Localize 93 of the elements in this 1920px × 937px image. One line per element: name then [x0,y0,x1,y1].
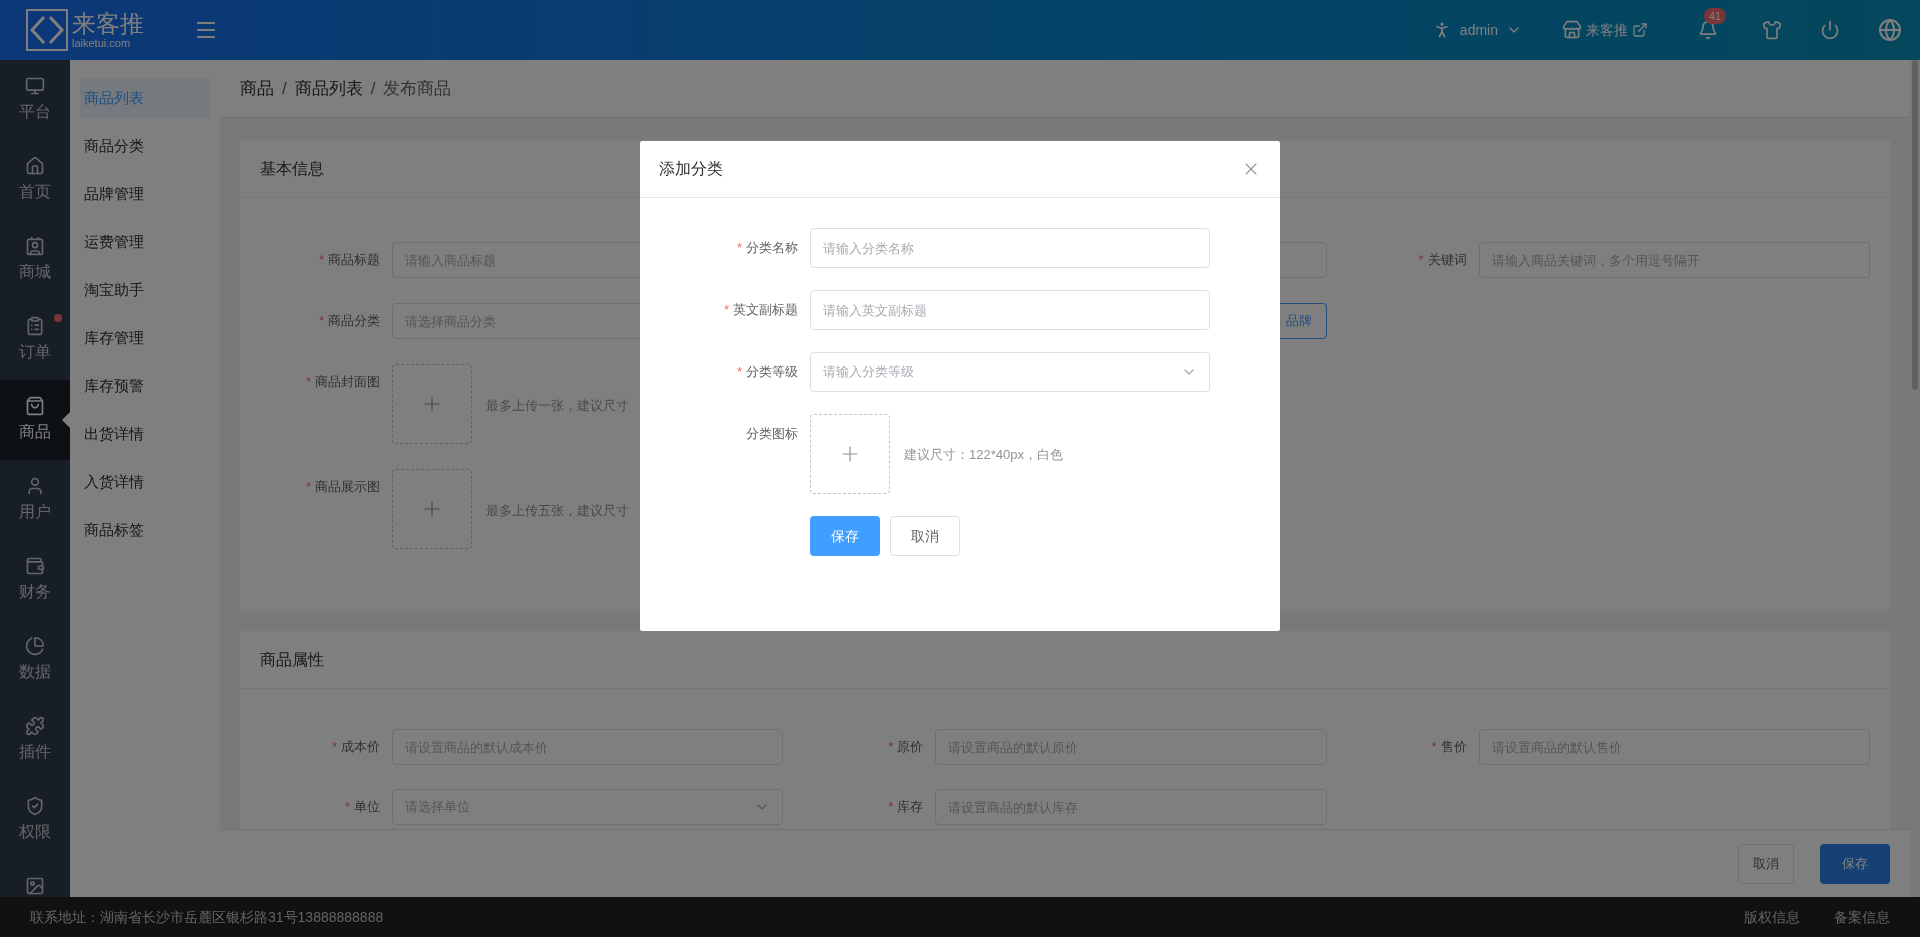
field-label: 商品封面图 [315,373,380,391]
field-label: 分类等级 [746,363,798,382]
upload-box[interactable] [392,469,472,549]
power-icon [1820,20,1840,40]
field-label: 商品标题 [328,251,380,270]
nav-item[interactable]: 数据 [0,620,70,700]
cancel-button[interactable]: 取消 [890,516,960,556]
nav-item[interactable]: 首页 [0,140,70,220]
shield-icon [25,796,45,816]
field-label: 成本价 [341,738,380,757]
field-label: 商品展示图 [315,478,380,496]
breadcrumb-link[interactable]: 商品 [240,75,274,102]
input-field[interactable]: 请输入分类名称 [810,228,1210,268]
globe-icon [1878,18,1902,42]
breadcrumb-separator: / [370,77,376,100]
external-link-icon [1632,22,1648,38]
required-asterisk: * [888,738,894,757]
submenu-item[interactable]: 商品列表 [80,78,210,118]
submenu-item[interactable]: 库存预警 [80,366,210,406]
submenu-item[interactable]: 入货详情 [80,462,210,502]
required-asterisk: * [331,738,337,757]
required-asterisk: * [888,798,894,817]
upload-box[interactable] [810,414,890,494]
upload-box[interactable] [392,364,472,444]
submenu-item[interactable]: 库存管理 [80,318,210,358]
submenu-item[interactable]: 商品标签 [80,510,210,550]
nav-item[interactable]: 商城 [0,220,70,300]
select-field[interactable]: 请输入分类等级 [810,352,1210,392]
field-label: 库存 [897,798,924,817]
theme-button[interactable] [1762,20,1782,40]
shop-link[interactable]: 来客推 [1562,19,1648,41]
breadcrumb-separator: / [282,77,287,100]
field-label: 原价 [897,738,924,757]
nav-item[interactable]: 插件 [0,700,70,780]
required-asterisk: * [318,312,324,331]
required-asterisk: * [318,251,324,270]
breadcrumb-link[interactable]: 商品列表 [294,75,363,102]
required-asterisk: * [305,373,311,391]
submenu-item[interactable]: 品牌管理 [80,174,210,214]
field-label: 售价 [1440,738,1467,757]
required-asterisk: * [736,363,742,382]
field-label: 分类图标 [746,425,798,444]
field-label: 商品分类 [328,312,380,331]
footer-link[interactable]: 备案信息 [1834,906,1890,928]
field-label: 关键词 [1427,251,1467,270]
nav-item[interactable]: 用户 [0,460,70,540]
logo-domain: laiketui.com [72,37,132,49]
bell-icon [1698,20,1718,40]
nav-item[interactable]: 权限 [0,780,70,860]
language-button[interactable] [1878,18,1902,42]
required-asterisk: * [1431,738,1437,757]
power-button[interactable] [1820,20,1840,40]
footer-link[interactable]: 版权信息 [1744,906,1800,928]
nav-item[interactable]: 平台 [0,60,70,140]
logo-text: 来客推 [72,11,144,36]
required-asterisk: * [723,301,729,320]
required-asterisk: * [1418,251,1424,270]
logo-icon [26,9,68,51]
store-icon [1562,20,1582,40]
save-button[interactable]: 保存 [1820,843,1890,884]
nav-item[interactable]: 商品 [0,380,70,460]
scrollbar-thumb[interactable] [1912,60,1918,390]
submenu-item[interactable]: 出货详情 [80,414,210,454]
breadcrumb-link[interactable]: 发布商品 [383,75,452,102]
notification-button[interactable] [1698,20,1718,40]
clipboard-icon [25,316,45,336]
notification-count: 41 [1704,8,1727,24]
pie-chart-icon [25,636,45,656]
bag-icon [25,396,45,416]
required-asterisk: * [736,239,742,258]
user-icon [25,476,45,496]
submenu-item[interactable]: 淘宝助手 [80,270,210,310]
upload-hint: 建议尺寸：122*40px，白色 [904,446,1063,464]
nav-item[interactable]: 财务 [0,540,70,620]
footer-address: 联系地址：湖南省长沙市岳麓区银杉路31号13888888888 [30,907,384,927]
monitor-icon [25,76,45,96]
dialog-title: 添加分类 [659,159,723,179]
submenu-item[interactable]: 运费管理 [80,222,210,262]
wallet-icon [25,556,45,576]
contact-card-icon [25,236,45,256]
nav-item[interactable]: 订单 [0,300,70,380]
puzzle-icon [25,716,45,736]
required-asterisk: * [344,798,350,817]
cancel-button[interactable]: 取消 [1738,843,1794,884]
submenu-item[interactable]: 商品分类 [80,126,210,166]
save-button[interactable]: 保存 [810,516,880,556]
home-icon [25,156,45,176]
image-icon [25,876,45,896]
user-menu[interactable]: admin [1431,19,1522,41]
input-field[interactable]: 请输入英文副标题 [810,290,1210,330]
field-label: 单位 [354,798,380,817]
required-asterisk: * [305,478,311,496]
shirt-icon [1762,20,1782,40]
